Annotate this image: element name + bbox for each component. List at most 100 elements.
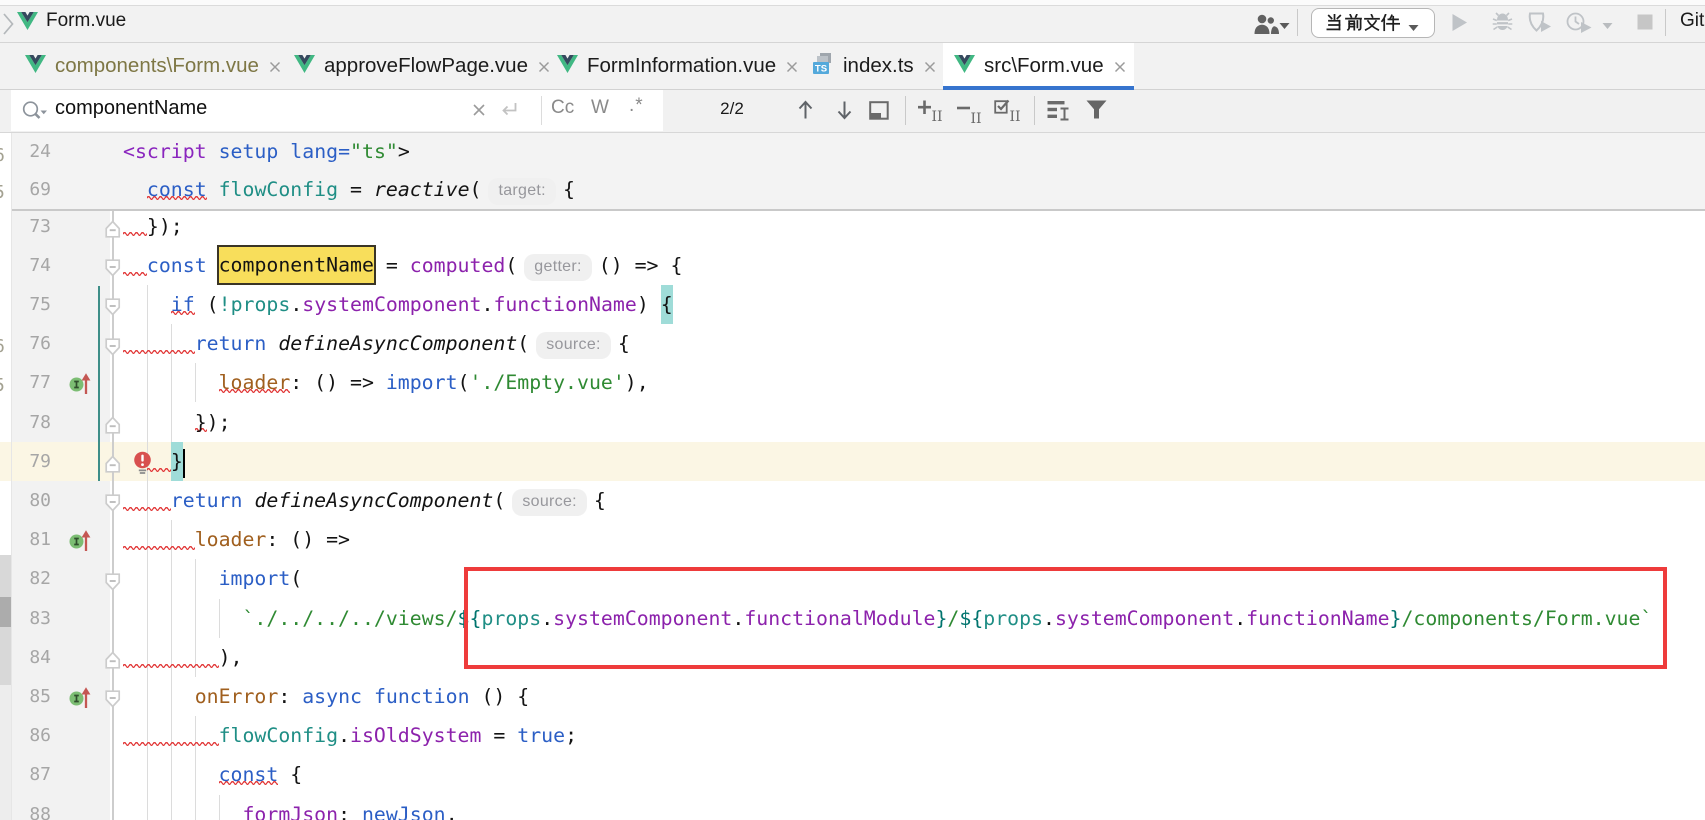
tab-forminformation.vue[interactable]: FormInformation.vue (546, 43, 800, 89)
vue-file-icon (557, 55, 578, 78)
tab-label: components\Form.vue (55, 54, 259, 78)
code-text: onError: async function () { (123, 677, 529, 716)
cropped-caret-row (0, 442, 11, 481)
select-all-occurrences-icon[interactable]: II (994, 98, 1022, 128)
svg-text:II: II (971, 111, 982, 125)
code-line-79: 79 } (0, 442, 1705, 481)
code-text: const flowConfig = reactive(target:{ (123, 171, 575, 209)
tab-label: FormInformation.vue (587, 54, 776, 78)
clear-search-icon[interactable] (471, 102, 487, 123)
fold-start-marker-icon[interactable] (105, 573, 121, 596)
parameter-hint: getter: (524, 254, 591, 281)
breadcrumb-file-name[interactable]: Form.vue (46, 10, 126, 32)
coverage-icon[interactable] (1528, 12, 1552, 37)
newline-icon[interactable] (498, 100, 521, 125)
run-configuration-label (1326, 14, 1400, 38)
profiler-dropdown-icon[interactable] (1602, 17, 1613, 35)
run-icon[interactable] (1451, 13, 1468, 37)
tab-label: approveFlowPage.vue (324, 54, 528, 78)
run-configuration-chevron-icon (1408, 19, 1419, 37)
tab-label: src\Form.vue (984, 54, 1104, 78)
search-match-current: componentName (219, 247, 374, 283)
code-text: return defineAsyncComponent(source:{ (123, 481, 606, 520)
add-selection-icon[interactable]: II (917, 98, 944, 128)
fold-start-marker-icon[interactable] (105, 259, 121, 282)
code-editor[interactable]: 73 });74 const componentName = computed(… (0, 133, 1705, 820)
override-marker-icon[interactable] (67, 371, 92, 401)
code-line-80: 80 return defineAsyncComponent(source:{ (0, 481, 1705, 520)
code-text: const { (123, 755, 302, 794)
svg-text:II: II (932, 109, 943, 123)
git-widget-label[interactable]: Git (1680, 10, 1704, 32)
parameter-hint: target: (488, 178, 555, 205)
code-line-77: 77 loader: () => import('./Empty.vue'), (0, 363, 1705, 402)
code-line-81: 81 loader: () => (0, 520, 1705, 559)
code-text: if (!props.systemComponent.functionName)… (123, 285, 673, 324)
error-bulb-icon[interactable] (132, 450, 154, 481)
code-text: formJson: newJson, (123, 795, 458, 820)
svg-text:TS: TS (815, 64, 827, 75)
editor-tab-bar: components\Form.vue approveFlowPage.vue Fo… (0, 43, 1705, 90)
cropped-line-number: 6 (0, 145, 10, 166)
fold-end-marker-icon[interactable] (105, 220, 121, 243)
cropped-panel (0, 685, 11, 820)
debug-icon[interactable] (1492, 12, 1513, 37)
next-occurrence-icon[interactable] (836, 99, 853, 126)
tab-close-icon[interactable] (785, 60, 799, 74)
text-caret (183, 449, 186, 478)
user-icon[interactable] (1253, 13, 1280, 41)
open-in-find-window-icon[interactable] (869, 101, 889, 125)
code-line-73: 73 }); (0, 207, 1705, 246)
find-divider (541, 96, 542, 125)
vue-file-icon (294, 55, 315, 78)
fold-start-marker-icon[interactable] (105, 494, 121, 517)
code-line-74: 74 const componentName = computed(getter… (0, 246, 1705, 285)
code-text: ), (123, 638, 242, 677)
code-line-88: 88 formJson: newJson, (0, 795, 1705, 820)
breadcrumb-chevron-icon[interactable] (1, 12, 15, 36)
filter-lines-icon[interactable] (1047, 100, 1070, 126)
regex-toggle[interactable]: .* (629, 95, 644, 117)
fold-start-marker-icon[interactable] (105, 690, 121, 713)
tab-close-icon[interactable] (268, 60, 282, 74)
cropped-line-number: 5 (0, 375, 10, 396)
code-line-85: 85 onError: async function () { (0, 677, 1705, 716)
search-icon[interactable] (21, 100, 48, 128)
previous-occurrence-icon[interactable] (797, 99, 814, 126)
remove-selection-icon[interactable]: II (956, 100, 983, 130)
sticky-line-24[interactable]: 24<script setup lang="ts"> (0, 133, 1705, 171)
code-line-87: 87 const { (0, 755, 1705, 794)
override-marker-icon[interactable] (67, 685, 92, 715)
filter-search-icon[interactable] (1086, 100, 1107, 124)
fold-end-marker-icon[interactable] (105, 416, 121, 439)
fold-end-marker-icon[interactable] (105, 455, 121, 478)
code-text: loader: () => (123, 520, 350, 559)
tab-components-form.vue[interactable]: components\Form.vue (14, 43, 283, 89)
tab-index.ts[interactable]: TSindex.ts (800, 43, 943, 89)
fold-start-marker-icon[interactable] (105, 338, 121, 361)
tab-src-form.vue[interactable]: src\Form.vue (943, 43, 1134, 89)
sticky-line-69[interactable]: 69 const flowConfig = reactive(target:{ (0, 171, 1705, 209)
toolbar-right-controls: Git (1240, 0, 1705, 42)
annotation-red-box (464, 567, 1667, 669)
find-query-text[interactable]: componentName (55, 97, 207, 120)
tab-close-icon[interactable] (923, 60, 937, 74)
user-dropdown-icon[interactable] (1279, 17, 1290, 35)
tab-approveflowpage.vue[interactable]: approveFlowPage.vue (283, 43, 546, 89)
match-case-toggle[interactable]: Cc (551, 97, 574, 119)
words-toggle[interactable]: W (591, 97, 609, 119)
tab-close-icon[interactable] (1113, 60, 1127, 74)
code-text: const componentName = computed(getter:()… (123, 246, 682, 285)
vue-file-icon (25, 55, 46, 78)
fold-end-marker-icon[interactable] (105, 651, 121, 674)
find-bar: componentName Cc W .* 2/2 II II II (0, 90, 1705, 133)
code-text: }); (123, 207, 183, 246)
find-divider (1034, 96, 1035, 125)
run-configuration-select[interactable] (1311, 8, 1435, 38)
override-marker-icon[interactable] (67, 528, 92, 558)
fold-start-marker-icon[interactable] (105, 298, 121, 321)
vue-file-icon (954, 55, 975, 78)
profiler-icon[interactable] (1566, 12, 1592, 38)
match-count: 2/2 (701, 99, 763, 119)
stop-icon[interactable] (1637, 14, 1653, 35)
